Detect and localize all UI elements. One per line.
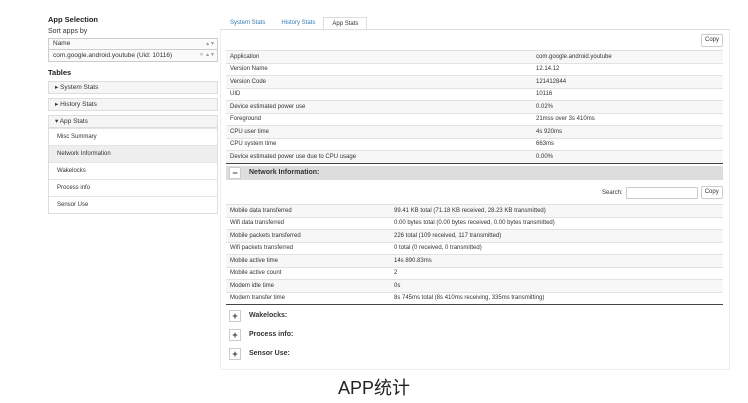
row-label: Application	[226, 50, 532, 63]
row-label: Device estimated power use	[226, 100, 532, 113]
table-row: Application com.google.android.youtube	[226, 50, 723, 63]
row-value: com.google.android.youtube	[532, 50, 723, 63]
section-title: Wakelocks:	[249, 312, 288, 319]
search-label: Search:	[602, 189, 623, 196]
row-label: Wifi packets transferred	[226, 241, 390, 255]
table-row: Device estimated power use due to CPU us…	[226, 150, 723, 163]
minus-icon[interactable]: −	[229, 167, 241, 179]
table-row: CPU user time 4s 920ms	[226, 125, 723, 138]
tab-history-stats[interactable]: History Stats	[273, 17, 323, 29]
clear-chevron-icon: ✕ ▲▼	[199, 52, 215, 58]
section-system-stats[interactable]: ▸ System Stats	[48, 81, 218, 94]
tables-title: Tables	[48, 68, 72, 77]
sort-value: Name	[53, 40, 71, 47]
row-value: 99.41 KB total (71.18 KB received, 28.23…	[390, 204, 723, 217]
tab-system-stats[interactable]: System Stats	[222, 17, 273, 29]
table-row: Mobile active count 2	[226, 266, 723, 280]
table-row: Modem idle time 0s	[226, 279, 723, 292]
row-value: 10116	[532, 87, 723, 101]
table-row: Foreground 21mss over 3s 410ms	[226, 112, 723, 126]
section-label: History Stats	[60, 101, 97, 108]
row-label: Mobile active count	[226, 266, 390, 280]
row-value: 2	[390, 266, 723, 280]
sort-select[interactable]: Name ▲▼	[48, 38, 218, 50]
row-label: Modem transfer time	[226, 291, 390, 305]
table-row: CPU system time 663ms	[226, 137, 723, 151]
section-app-stats[interactable]: ▾ App Stats	[48, 115, 218, 128]
app-selection-panel: App Selection Sort apps by Name ▲▼ com.go…	[48, 15, 218, 214]
row-label: Mobile packets transferred	[226, 229, 390, 242]
plus-icon[interactable]: +	[229, 348, 241, 360]
app-selection-title: App Selection	[48, 15, 99, 24]
row-value: 121412844	[532, 75, 723, 88]
table-row: Mobile packets transferred 226 total (109…	[226, 229, 723, 242]
row-label: CPU user time	[226, 125, 532, 138]
section-label: App Stats	[59, 118, 88, 125]
network-information-header[interactable]: − Network Information:	[226, 166, 723, 180]
row-value: 0 total (0 received, 0 transmitted)	[390, 241, 723, 255]
row-value: 8s 745ms total (8s 410ms receiving, 335m…	[390, 291, 723, 305]
process-info-header[interactable]: + Process info:	[226, 328, 293, 342]
row-value: 0s	[390, 279, 723, 292]
app-select[interactable]: com.google.android.youtube (Uid: 10116) ✕…	[48, 50, 218, 62]
table-row: UID 10116	[226, 87, 723, 101]
table-row: Device estimated power use 0.02%	[226, 100, 723, 113]
copy-button[interactable]: Copy	[701, 34, 724, 47]
search-row: Search: Copy	[602, 186, 723, 199]
row-label: Version Code	[226, 75, 532, 88]
row-value: 4s 920ms	[532, 125, 723, 138]
section-label: System Stats	[60, 84, 99, 91]
row-label: Device estimated power use due to CPU us…	[226, 150, 532, 163]
row-value: 12.14.12	[532, 62, 723, 76]
row-label: Mobile data transferred	[226, 204, 390, 217]
network-copy-button[interactable]: Copy	[700, 186, 723, 199]
sort-label: Sort apps by	[48, 28, 88, 35]
row-value: 0.00%	[532, 150, 723, 163]
list-item-sensor-use[interactable]: Sensor Use	[49, 196, 217, 213]
wakelocks-header[interactable]: + Wakelocks:	[226, 309, 287, 323]
app-info-table: Application com.google.android.youtube Ver…	[226, 50, 723, 164]
row-label: UID	[226, 87, 532, 101]
app-stats-list: Misc Summary Network Information Wakeloc…	[48, 128, 218, 214]
row-value: 226 total (109 received, 117 transmitted…	[390, 229, 723, 242]
section-title: Network Information:	[249, 169, 320, 176]
network-table: Mobile data transferred 99.41 KB total (7…	[226, 204, 723, 305]
row-value: 663ms	[532, 137, 723, 151]
row-value: 0.00 bytes total (0.00 bytes received, 0…	[390, 216, 723, 230]
table-row: Mobile active time 14s 890.83ms	[226, 254, 723, 267]
row-label: CPU system time	[226, 137, 532, 151]
row-label: Wifi data transferred	[226, 216, 390, 230]
list-item-process-info[interactable]: Process info	[49, 179, 217, 196]
row-label: Foreground	[226, 112, 532, 126]
list-item-network-information[interactable]: Network Information	[49, 145, 217, 162]
table-row: Wifi data transferred 0.00 bytes total (0…	[226, 216, 723, 230]
plus-icon[interactable]: +	[229, 310, 241, 322]
sensor-use-header[interactable]: + Sensor Use:	[226, 347, 290, 361]
row-label: Version Name	[226, 62, 532, 76]
row-value: 0.02%	[532, 100, 723, 113]
row-value: 14s 890.83ms	[390, 254, 723, 267]
row-label: Modem idle time	[226, 279, 390, 292]
table-row: Mobile data transferred 99.41 KB total (7…	[226, 204, 723, 217]
chevron-down-icon: ▲▼	[205, 41, 215, 47]
app-value: com.google.android.youtube (Uid: 10116)	[53, 52, 173, 59]
table-row: Wifi packets transferred 0 total (0 recei…	[226, 241, 723, 255]
list-item-misc-summary[interactable]: Misc Summary	[49, 128, 217, 145]
section-title: Process info:	[249, 331, 294, 338]
table-row: Modem transfer time 8s 745ms total (8s 41…	[226, 291, 723, 305]
row-value: 21mss over 3s 410ms	[532, 112, 723, 126]
plus-icon[interactable]: +	[229, 329, 241, 341]
search-input[interactable]	[625, 186, 698, 199]
row-label: Mobile active time	[226, 254, 390, 267]
list-item-wakelocks[interactable]: Wakelocks	[49, 162, 217, 179]
table-row: Version Name 12.14.12	[226, 62, 723, 76]
table-row: Version Code 121412844	[226, 75, 723, 88]
section-history-stats[interactable]: ▸ History Stats	[48, 98, 218, 111]
section-title: Sensor Use:	[249, 350, 290, 357]
caption: APP统计	[337, 378, 411, 398]
